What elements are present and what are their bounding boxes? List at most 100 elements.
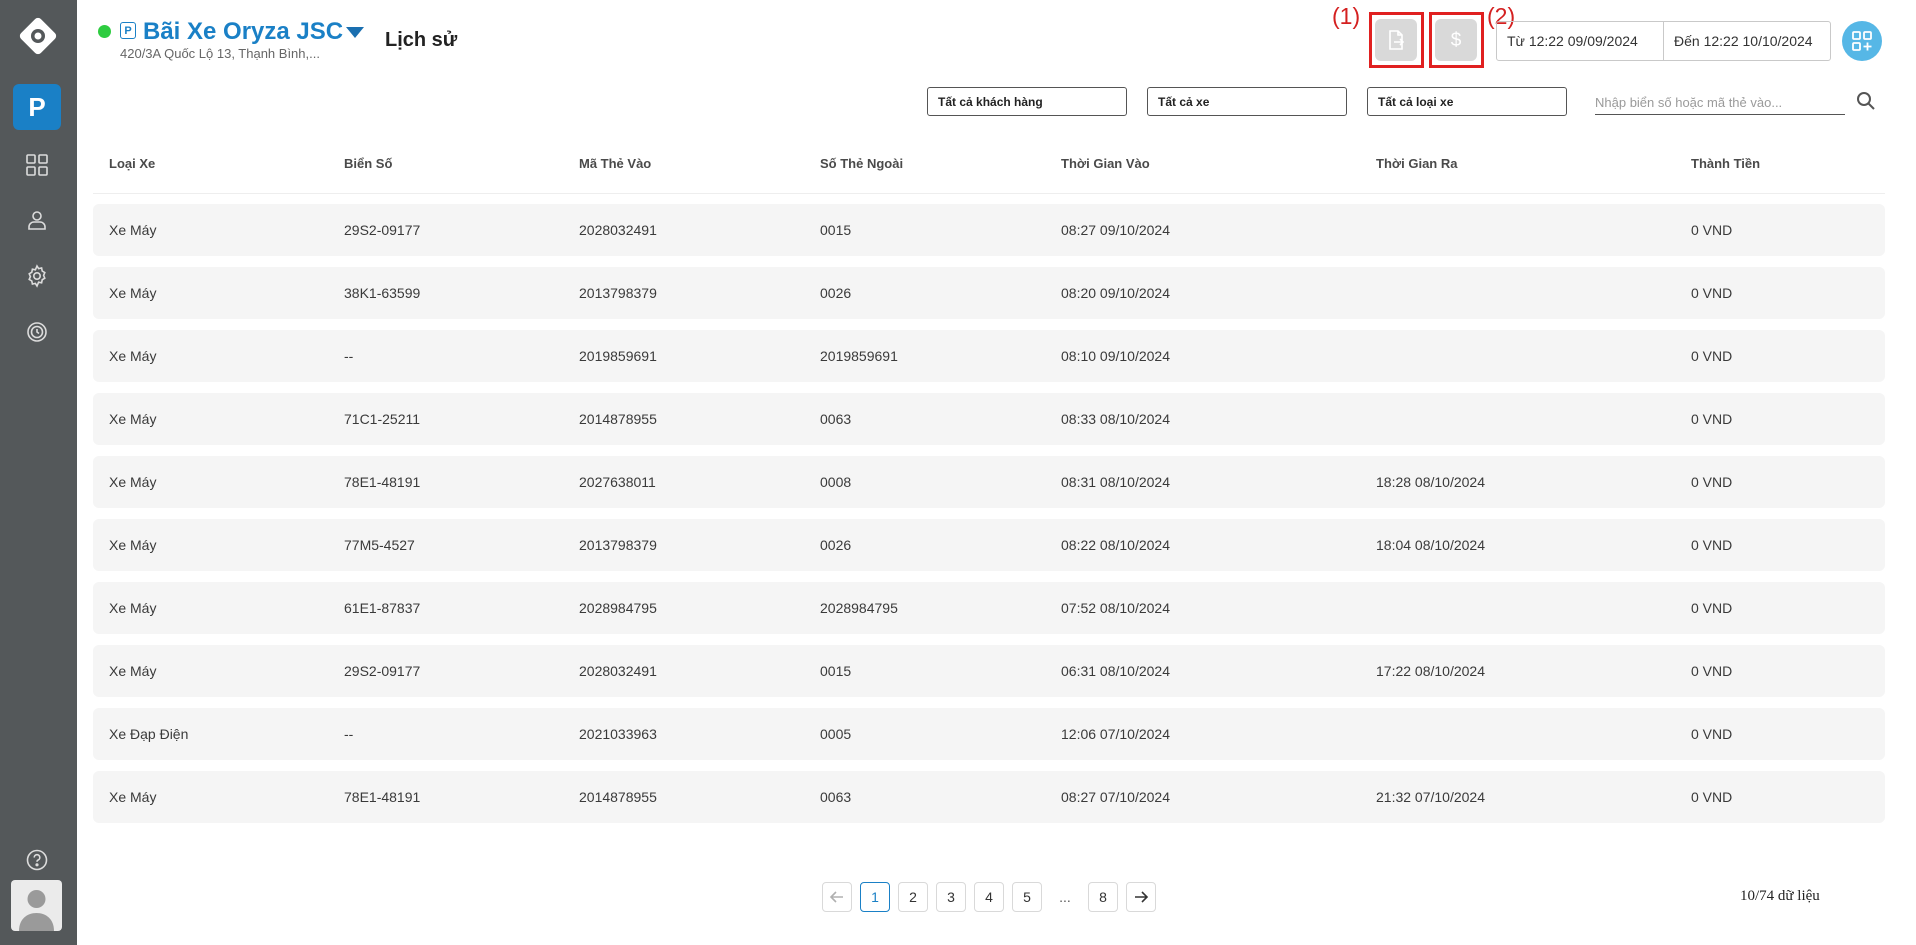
sidebar-item-settings[interactable]: [24, 263, 50, 289]
cell-time-in: 08:31 08/10/2024: [1061, 474, 1170, 490]
cell-time-out: 18:28 08/10/2024: [1376, 474, 1485, 490]
cell-time-out: 18:04 08/10/2024: [1376, 537, 1485, 553]
cell-card-in: 2014878955: [579, 411, 657, 427]
cell-plate: 78E1-48191: [344, 474, 421, 490]
cell-vehicle-type: Xe Máy: [109, 285, 157, 301]
svg-text:$: $: [1451, 30, 1462, 51]
page-button-5[interactable]: 5: [1012, 882, 1042, 912]
column-header[interactable]: Biển Số: [344, 156, 392, 171]
cell-plate: 78E1-48191: [344, 789, 421, 805]
column-header[interactable]: Mã Thẻ Vào: [579, 156, 651, 171]
revenue-button[interactable]: $: [1435, 19, 1477, 61]
table-row[interactable]: Xe Máy 29S2-09177 2028032491 0015 06:31 …: [93, 645, 1885, 697]
page-button-2[interactable]: 2: [898, 882, 928, 912]
page-button-last[interactable]: 8: [1088, 882, 1118, 912]
table-row[interactable]: Xe Máy 78E1-48191 2027638011 0008 08:31 …: [93, 456, 1885, 508]
parking-lot-address: 420/3A Quốc Lộ 13, Thạnh Bình,...: [120, 46, 320, 61]
date-range-picker[interactable]: Từ 12:22 09/09/2024 Đến 12:22 10/10/2024: [1496, 21, 1831, 61]
app-logo-icon[interactable]: [18, 16, 58, 56]
cell-vehicle-type: Xe Đạp Điện: [109, 726, 189, 742]
cell-amount: 0 VND: [1691, 411, 1733, 427]
table-row[interactable]: Xe Máy 77M5-4527 2013798379 0026 08:22 0…: [93, 519, 1885, 571]
cell-time-out: 17:22 08/10/2024: [1376, 663, 1485, 679]
cell-external-card: 2019859691: [820, 348, 898, 364]
sidebar-item-dashboard[interactable]: [24, 152, 50, 178]
cell-amount: 0 VND: [1691, 285, 1733, 301]
cell-vehicle-type: Xe Máy: [109, 789, 157, 805]
cell-external-card: 0008: [820, 474, 852, 490]
cell-time-in: 08:10 09/10/2024: [1061, 348, 1170, 364]
cell-time-in: 12:06 07/10/2024: [1061, 726, 1170, 742]
page-ellipsis: ...: [1059, 889, 1071, 905]
table-row[interactable]: Xe Máy 38K1-63599 2013798379 0026 08:20 …: [93, 267, 1885, 319]
column-header[interactable]: Loại Xe: [109, 156, 155, 171]
table-row[interactable]: Xe Máy 29S2-09177 2028032491 0015 08:27 …: [93, 204, 1885, 256]
cell-plate: 29S2-09177: [344, 663, 421, 679]
cell-card-in: 2021033963: [579, 726, 657, 742]
cell-amount: 0 VND: [1691, 726, 1733, 742]
parking-icon: P: [28, 91, 46, 122]
cell-external-card: 0063: [820, 411, 852, 427]
vehicle-filter[interactable]: Tất cả xe: [1147, 87, 1347, 116]
sidebar-item-history[interactable]: [24, 319, 50, 345]
page-button-4[interactable]: 4: [974, 882, 1004, 912]
customer-filter[interactable]: Tất cả khách hàng: [927, 87, 1127, 116]
parking-lot-name[interactable]: Bãi Xe Oryza JSC: [143, 18, 343, 46]
cell-amount: 0 VND: [1691, 663, 1733, 679]
cell-vehicle-type: Xe Máy: [109, 600, 157, 616]
cell-external-card: 0015: [820, 222, 852, 238]
cell-vehicle-type: Xe Máy: [109, 663, 157, 679]
chevron-down-icon[interactable]: [346, 27, 364, 38]
dashboard-icon: [26, 154, 48, 176]
help-icon: [26, 849, 48, 871]
arrow-right-icon: [1135, 891, 1149, 903]
cell-external-card: 0026: [820, 537, 852, 553]
sidebar-item-parking[interactable]: P: [13, 84, 61, 130]
column-header[interactable]: Thời Gian Vào: [1061, 156, 1150, 171]
date-from[interactable]: Từ 12:22 09/09/2024: [1497, 22, 1663, 60]
cell-card-in: 2013798379: [579, 537, 657, 553]
cell-external-card: 0005: [820, 726, 852, 742]
record-count: 10/74 dữ liệu: [1740, 888, 1820, 904]
next-page-button[interactable]: [1126, 882, 1156, 912]
date-to[interactable]: Đến 12:22 10/10/2024: [1663, 22, 1830, 60]
cell-external-card: 0015: [820, 663, 852, 679]
cell-plate: 77M5-4527: [344, 537, 415, 553]
history-icon: [27, 322, 47, 342]
parking-lot-icon: P: [120, 22, 136, 39]
table-row[interactable]: Xe Máy 71C1-25211 2014878955 0063 08:33 …: [93, 393, 1885, 445]
prev-page-button[interactable]: [822, 882, 852, 912]
avatar[interactable]: [11, 880, 62, 931]
help-button[interactable]: [24, 847, 50, 873]
cell-time-out: 21:32 07/10/2024: [1376, 789, 1485, 805]
page-button-3[interactable]: 3: [936, 882, 966, 912]
page-button-1[interactable]: 1: [860, 882, 890, 912]
sidebar-item-users[interactable]: [24, 207, 50, 233]
cell-card-in: 2027638011: [579, 474, 656, 490]
search-input[interactable]: [1595, 90, 1845, 115]
online-status-dot: [98, 25, 111, 38]
vehicle-type-filter[interactable]: Tất cả loại xe: [1367, 87, 1567, 116]
cell-amount: 0 VND: [1691, 348, 1733, 364]
table-row[interactable]: Xe Máy 61E1-87837 2028984795 2028984795 …: [93, 582, 1885, 634]
arrow-left-icon: [829, 891, 843, 903]
table-header: Loại Xe Biển Số Mã Thẻ Vào Số Thẻ Ngoài …: [93, 148, 1885, 194]
cell-card-in: 2028032491: [579, 222, 657, 238]
avatar-icon: [19, 890, 54, 931]
cell-amount: 0 VND: [1691, 474, 1733, 490]
export-button[interactable]: [1375, 19, 1417, 61]
table-row[interactable]: Xe Đạp Điện -- 2021033963 0005 12:06 07/…: [93, 708, 1885, 760]
table-row[interactable]: Xe Máy -- 2019859691 2019859691 08:10 09…: [93, 330, 1885, 382]
cell-plate: 71C1-25211: [344, 411, 421, 427]
cell-external-card: 0063: [820, 789, 852, 805]
cell-plate: --: [344, 726, 354, 742]
search-icon[interactable]: [1856, 91, 1876, 111]
column-header[interactable]: Thời Gian Ra: [1376, 156, 1457, 171]
column-header[interactable]: Số Thẻ Ngoài: [820, 156, 903, 171]
cell-time-in: 08:33 08/10/2024: [1061, 411, 1170, 427]
add-widget-button[interactable]: [1842, 21, 1882, 61]
table-row[interactable]: Xe Máy 78E1-48191 2014878955 0063 08:27 …: [93, 771, 1885, 823]
column-header[interactable]: Thành Tiền: [1691, 156, 1760, 171]
cell-plate: 61E1-87837: [344, 600, 421, 616]
cell-time-in: 08:27 07/10/2024: [1061, 789, 1170, 805]
